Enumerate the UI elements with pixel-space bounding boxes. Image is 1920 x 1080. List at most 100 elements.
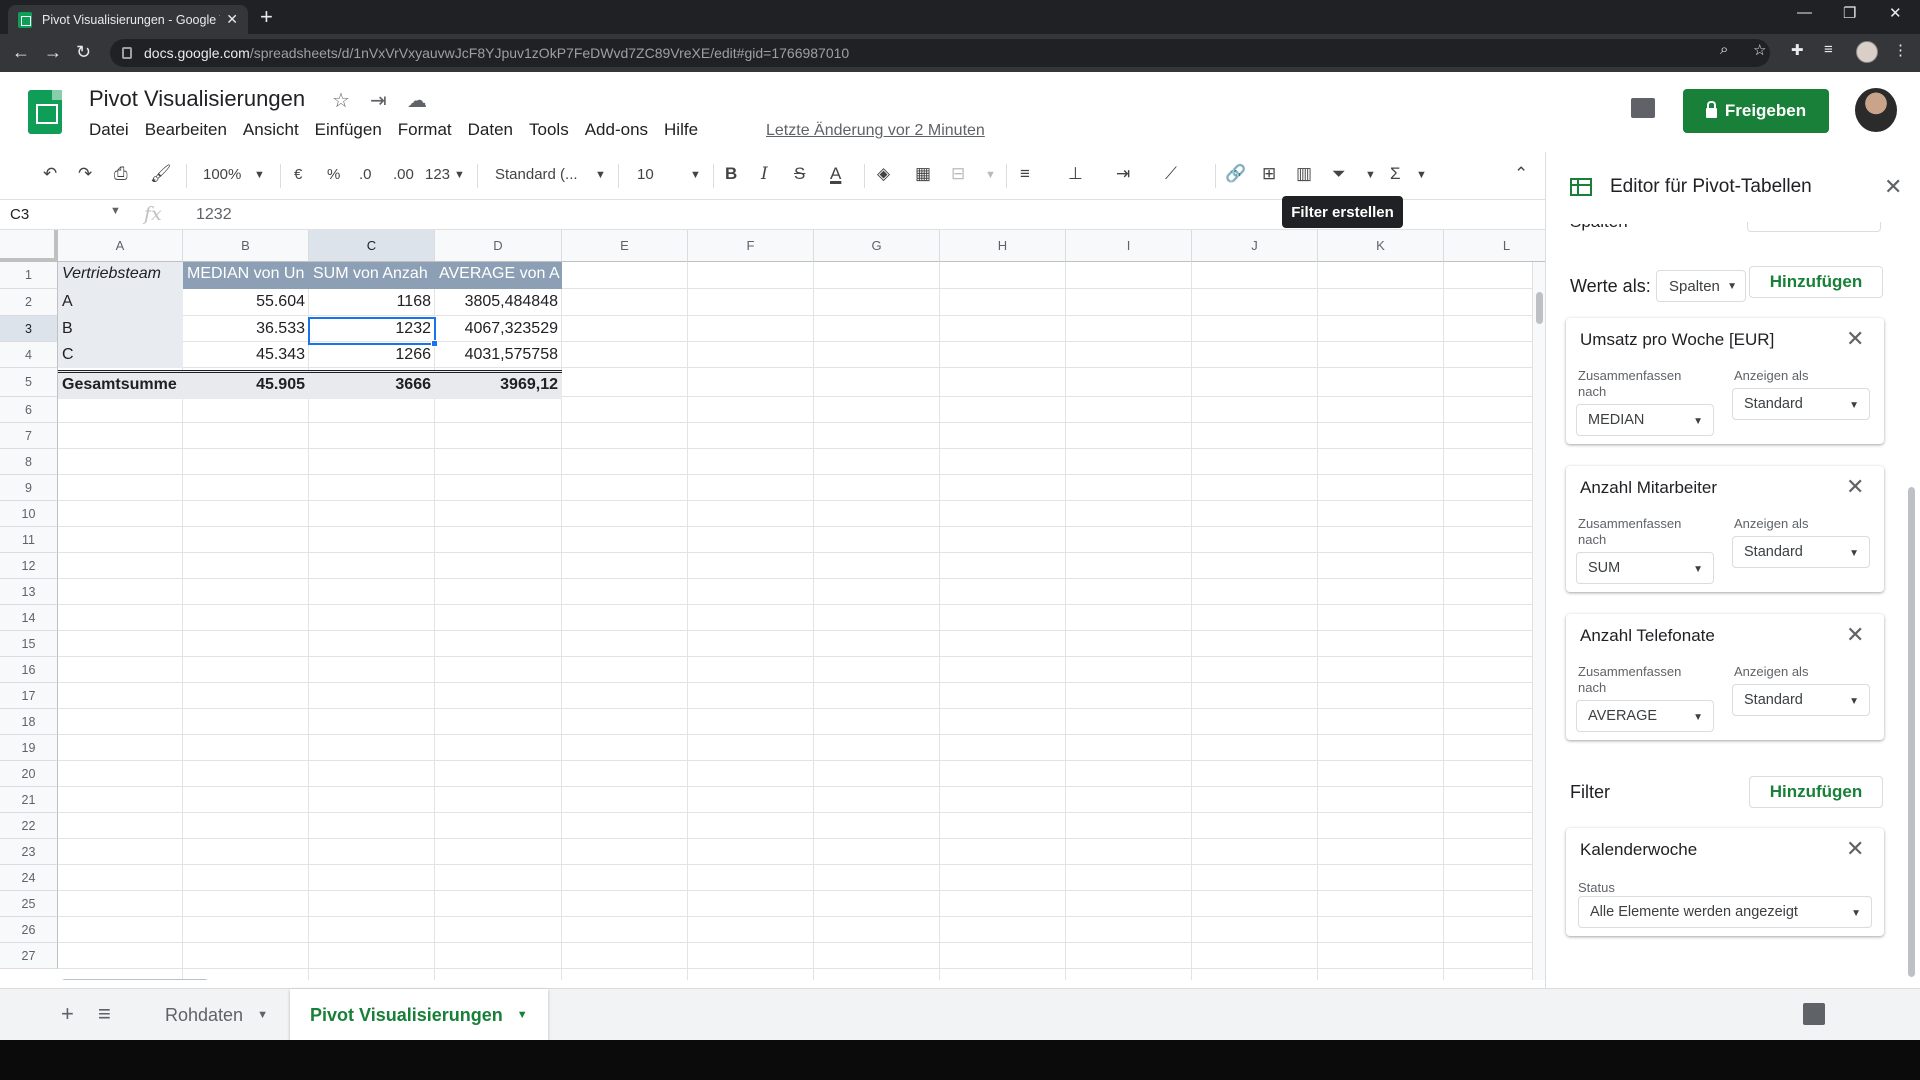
row-header[interactable]: 25 <box>0 891 58 917</box>
increase-decimal-button[interactable]: .00 <box>393 166 414 183</box>
row-header[interactable]: 26 <box>0 917 58 943</box>
last-edit-link[interactable]: Letzte Änderung vor 2 Minuten <box>766 122 985 140</box>
name-box[interactable]: C3 <box>10 206 29 223</box>
sheet-tab-rohdaten[interactable]: Rohdaten ▼ <box>145 989 288 1041</box>
insert-comment-icon[interactable]: ⊞ <box>1262 164 1276 184</box>
table-cell[interactable]: 36.533 <box>183 320 309 342</box>
forward-icon[interactable]: → <box>44 42 62 63</box>
active-cell-selection[interactable] <box>308 317 436 345</box>
add-value-button[interactable]: Hinzufügen <box>1749 266 1883 298</box>
menu-datei[interactable]: Datei <box>89 120 136 140</box>
name-box-dropdown-icon[interactable]: ▼ <box>110 205 121 217</box>
merge-cells-icon[interactable]: ⊟ <box>951 164 965 184</box>
font-select[interactable]: Standard (... <box>495 166 578 183</box>
fill-handle[interactable] <box>431 340 438 347</box>
row-header[interactable]: 12 <box>0 553 58 579</box>
new-tab-icon[interactable]: + <box>260 4 273 30</box>
row-header[interactable]: 20 <box>0 761 58 787</box>
decrease-decimal-button[interactable]: .0 <box>359 166 372 183</box>
summarize-select[interactable]: MEDIAN ▼ <box>1576 404 1714 436</box>
all-sheets-icon[interactable]: ≡ <box>98 1001 111 1027</box>
table-cell[interactable]: C <box>58 346 183 368</box>
zoom-icon[interactable]: ⌕ <box>1720 41 1728 58</box>
sheets-logo-icon[interactable] <box>28 90 62 134</box>
menu-daten[interactable]: Daten <box>468 120 520 140</box>
column-header[interactable]: G <box>814 230 940 262</box>
minimize-icon[interactable]: — <box>1797 4 1812 21</box>
menu-hilfe[interactable]: Hilfe <box>664 120 705 140</box>
summarize-select[interactable]: AVERAGE ▼ <box>1576 700 1714 732</box>
horizontal-scroll-thumb[interactable] <box>61 979 209 980</box>
zoom-dropdown-icon[interactable]: ▼ <box>254 169 265 181</box>
horizontal-align-icon[interactable]: ≡ <box>1020 164 1030 184</box>
row-header[interactable]: 24 <box>0 865 58 891</box>
document-title[interactable]: Pivot Visualisierungen <box>89 86 305 112</box>
summarize-select[interactable]: SUM ▼ <box>1576 552 1714 584</box>
table-cell[interactable]: 45.343 <box>183 346 309 368</box>
row-header[interactable]: 10 <box>0 501 58 527</box>
reload-icon[interactable]: ↻ <box>76 42 91 63</box>
font-dropdown-icon[interactable]: ▼ <box>595 169 606 181</box>
text-wrap-icon[interactable]: ⇥ <box>1116 164 1130 184</box>
reading-list-icon[interactable]: ≡ <box>1824 41 1833 58</box>
share-button[interactable]: Freigeben <box>1683 89 1829 133</box>
table-cell[interactable]: B <box>58 320 183 342</box>
browser-tab[interactable]: Pivot Visualisierungen - Google T ✕ <box>8 5 248 34</box>
column-header[interactable]: D <box>435 230 562 262</box>
explore-icon[interactable] <box>1803 1003 1825 1025</box>
row-header[interactable]: 21 <box>0 787 58 813</box>
show-as-select[interactable]: Standard ▼ <box>1732 388 1870 420</box>
extensions-icon[interactable]: ✚ <box>1791 41 1804 59</box>
menu-tools[interactable]: Tools <box>529 120 576 140</box>
row-header[interactable]: 23 <box>0 839 58 865</box>
row-header[interactable]: 2 <box>0 289 58 316</box>
panel-scrollbar[interactable] <box>1908 487 1915 977</box>
table-cell[interactable]: 55.604 <box>183 293 309 315</box>
row-header[interactable]: 18 <box>0 709 58 735</box>
back-icon[interactable]: ← <box>12 42 30 63</box>
show-as-select[interactable]: Standard ▼ <box>1732 684 1870 716</box>
browser-profile-avatar[interactable] <box>1856 41 1878 63</box>
column-header[interactable]: C <box>309 230 435 262</box>
menu-format[interactable]: Format <box>398 120 459 140</box>
pivot-total-cell[interactable]: 45.905 <box>183 376 309 398</box>
redo-icon[interactable]: ↷ <box>78 164 92 184</box>
column-header[interactable]: F <box>688 230 814 262</box>
pivot-total-cell[interactable]: 3666 <box>309 376 435 398</box>
column-header[interactable]: H <box>940 230 1066 262</box>
row-header[interactable]: 7 <box>0 423 58 449</box>
remove-value-icon[interactable]: ✕ <box>1846 326 1864 352</box>
column-header[interactable]: E <box>562 230 688 262</box>
menu-addons[interactable]: Add-ons <box>585 120 655 140</box>
bookmark-star-icon[interactable]: ☆ <box>1753 41 1766 59</box>
pivot-header-cell[interactable]: Vertriebsteam <box>58 265 183 289</box>
star-icon[interactable]: ☆ <box>332 88 350 113</box>
print-icon[interactable]: ⎙ <box>114 164 128 184</box>
collapse-menu-icon[interactable]: ⌃ <box>1514 164 1528 184</box>
filter-views-dropdown-icon[interactable]: ▼ <box>1365 169 1376 181</box>
column-header[interactable]: J <box>1192 230 1318 262</box>
horizontal-scrollbar[interactable] <box>58 976 1532 980</box>
show-as-select[interactable]: Standard ▼ <box>1732 536 1870 568</box>
table-cell[interactable]: 4067,323529 <box>435 320 562 342</box>
remove-filter-icon[interactable]: ✕ <box>1846 836 1864 862</box>
spreadsheet-grid[interactable]: ABCDEFGHIJKL 1 2 3 4 5 6 7 8 9 10 11 12 13 14 15 16 17 18… <box>0 230 1545 980</box>
comments-icon[interactable] <box>1631 98 1655 118</box>
row-header[interactable]: 9 <box>0 475 58 501</box>
row-header[interactable]: 19 <box>0 735 58 761</box>
font-size-dropdown-icon[interactable]: ▼ <box>690 169 701 181</box>
column-header[interactable]: K <box>1318 230 1444 262</box>
row-header[interactable]: 3 <box>0 316 58 342</box>
table-cell[interactable]: 3805,484848 <box>435 293 562 315</box>
row-header[interactable]: 6 <box>0 397 58 423</box>
values-as-select[interactable]: Spalten ▼ <box>1656 270 1746 302</box>
close-icon[interactable]: ✕ <box>1884 174 1902 200</box>
pivot-header-cell[interactable]: SUM von Anzah <box>309 265 435 289</box>
italic-icon[interactable]: I <box>761 164 768 184</box>
formula-input[interactable]: 1232 <box>196 206 232 224</box>
table-cell[interactable]: 1266 <box>309 346 435 368</box>
column-header[interactable]: L <box>1444 230 1545 262</box>
insert-link-icon[interactable]: 🔗 <box>1225 164 1246 184</box>
more-formats-button[interactable]: 123 <box>425 166 450 183</box>
zoom-select[interactable]: 100% <box>203 166 241 183</box>
